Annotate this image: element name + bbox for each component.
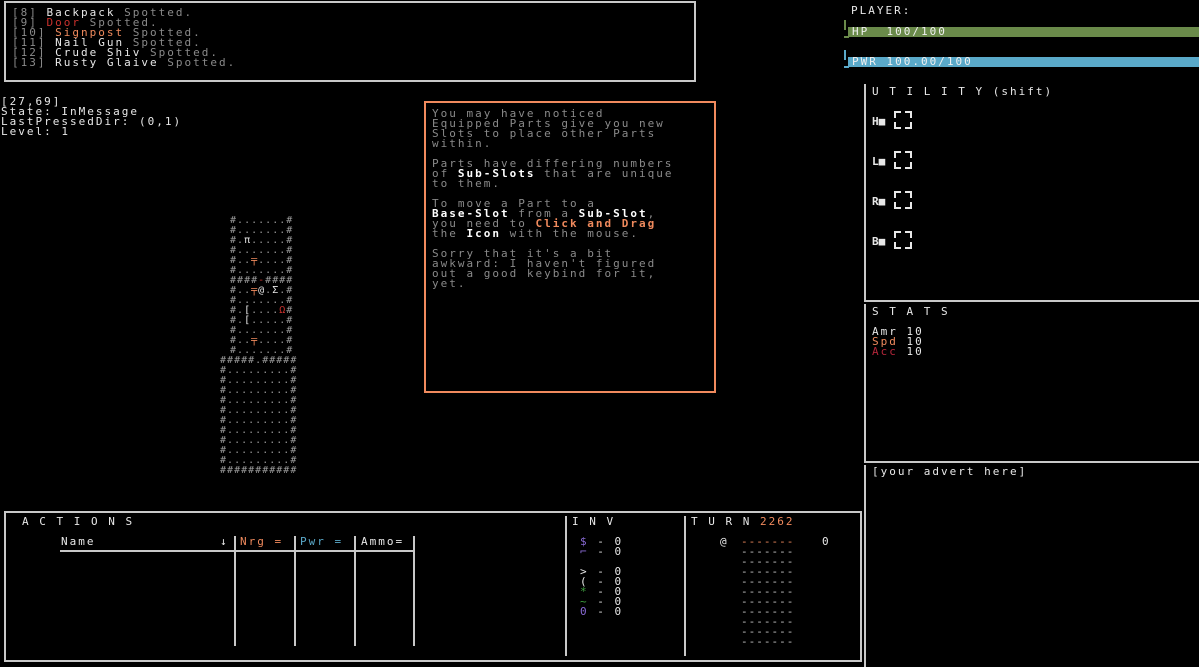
inventory-row: 0 - 0	[580, 605, 624, 618]
inventory-dash: -	[588, 605, 615, 618]
tutorial-p4: Sorry that it's a bit awkward: I haven't…	[432, 247, 657, 290]
log-entry-suffix: Spotted.	[158, 56, 237, 69]
turn-order-slot: -------	[741, 635, 795, 648]
inv-divider	[565, 516, 567, 656]
sort-arrow-icon[interactable]: ↓	[220, 536, 229, 547]
utility-slot-b[interactable]	[894, 231, 912, 249]
hp-bar-foot	[844, 36, 849, 38]
utility-panel: U T I L I T Y (shift) H■ L■ R■ B■	[864, 84, 1199, 302]
log-entry-id: [13]	[12, 56, 56, 69]
inventory-count: 0	[614, 605, 624, 618]
turn-number: 2262	[759, 515, 795, 528]
utility-slot-label: H■	[872, 115, 886, 128]
log-entry-name: Rusty Glaive	[55, 56, 159, 69]
utility-slot-r[interactable]	[894, 191, 912, 209]
actions-header-underline	[60, 550, 414, 552]
debug-info: [27,69] State: InMessage LastPressedDir:…	[1, 96, 182, 138]
inventory-dash: -	[588, 545, 615, 558]
advert-text: [your advert here]	[872, 465, 1028, 478]
inventory-list: $ - 0 ⌐ - 0 > - 0( - 0 * - 0 ~ - 00 - 0	[580, 536, 624, 618]
stat-value: 10	[897, 345, 924, 358]
tutorial-text: You may have noticed Equipped Parts give…	[432, 107, 674, 290]
pwr-bar-cap	[844, 50, 846, 60]
pwr-bar-foot	[844, 66, 849, 68]
actions-col-divider-3	[354, 536, 356, 646]
utility-slot-label: R■	[872, 195, 886, 208]
map-row: ###########	[220, 465, 298, 476]
turn-player-icon: @	[720, 535, 729, 548]
bottom-panel	[4, 511, 862, 662]
hp-bar: HP 100/100	[848, 26, 1199, 37]
inventory-item-icon: 0	[580, 605, 589, 618]
turn-title: T U R N 2262	[691, 515, 795, 528]
actions-col-nrg[interactable]: Nrg =	[240, 536, 283, 547]
level-text: Level: 1	[1, 125, 70, 138]
actions-col-divider-2	[294, 536, 296, 646]
tutorial-p3-l4: the Icon with the mouse.	[432, 227, 639, 240]
log-entry: [13] Rusty Glaive Spotted.	[12, 56, 237, 69]
message-log-panel: [8] Backpack Spotted. [9] Door Spotted. [1…	[4, 1, 696, 82]
advert-panel: [your advert here]	[864, 465, 1199, 667]
hp-bar-cap	[844, 20, 846, 30]
utility-slot-label: B■	[872, 235, 886, 248]
inventory-count: 0	[614, 545, 624, 558]
turn-first-count: 0	[822, 535, 831, 548]
turn-divider	[684, 516, 686, 656]
actions-col-divider-4	[413, 536, 415, 646]
actions-col-divider-1	[234, 536, 236, 646]
stats-title: S T A T S	[872, 305, 950, 318]
actions-col-pwr[interactable]: Pwr =	[300, 536, 343, 547]
message-log: [8] Backpack Spotted. [9] Door Spotted. [1…	[12, 7, 237, 69]
pwr-bar: PWR 100.00/100	[848, 56, 1199, 67]
stat-row: Acc 10	[872, 345, 924, 358]
utility-slot-h[interactable]	[894, 111, 912, 129]
stat-label: Acc	[872, 345, 898, 358]
tutorial-box: You may have noticed Equipped Parts give…	[424, 101, 716, 393]
turn-order-list: ------- ------- ------- ------- ------- -----…	[741, 536, 795, 648]
utility-slot-label: L■	[872, 155, 886, 168]
stats-panel: S T A T S Amr 10 Spd 10 Acc 10	[864, 304, 1199, 463]
utility-title: U T I L I T Y (shift)	[872, 85, 1054, 98]
dungeon-map[interactable]: #.......# #.......# #.π.....# #.......# #..╤…	[220, 216, 297, 476]
inv-title: I N V	[572, 515, 616, 528]
actions-title: A C T I O N S	[22, 515, 135, 528]
tutorial-p2: Parts have differing numbers of Sub-Slot…	[432, 157, 674, 190]
player-title: PLAYER:	[851, 4, 912, 17]
actions-col-name[interactable]: Name	[61, 536, 96, 547]
tutorial-p1: You may have noticed Equipped Parts give…	[432, 107, 665, 150]
utility-slot-l[interactable]	[894, 151, 912, 169]
actions-col-ammo[interactable]: Ammo=	[361, 536, 404, 547]
